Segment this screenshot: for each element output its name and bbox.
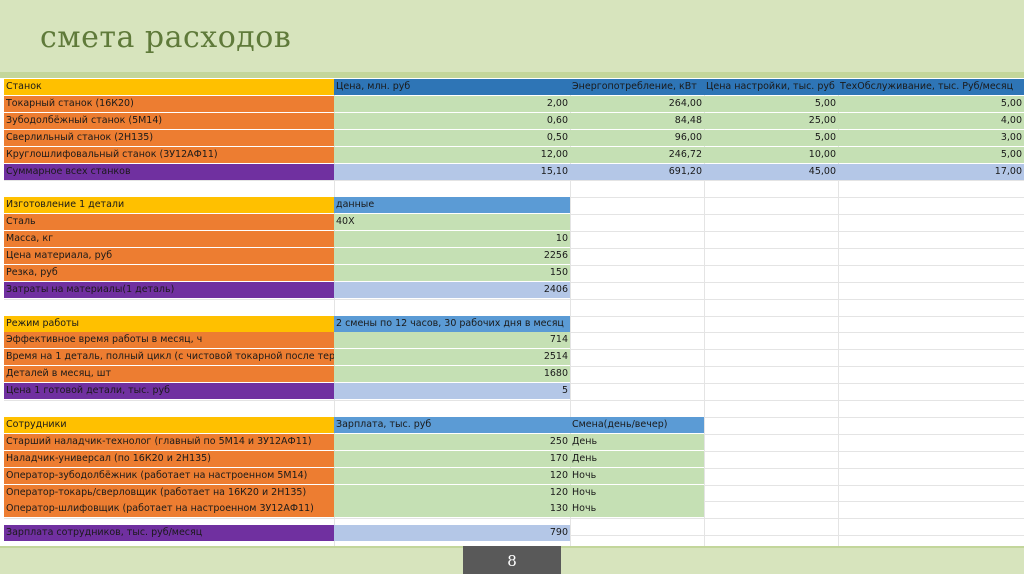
header-cell[interactable]: ТехОбслуживание, тыс. Руб/месяц xyxy=(838,79,1024,95)
row-label-cell[interactable]: Токарный станок (16К20) xyxy=(4,96,334,112)
value-cell[interactable]: 1680 xyxy=(334,366,570,382)
value-cell[interactable]: Ночь xyxy=(570,485,704,501)
row-label-cell[interactable]: Сталь xyxy=(4,214,334,230)
grid-line xyxy=(4,400,1024,401)
value-cell[interactable]: 3,00 xyxy=(838,130,1024,146)
grid-line xyxy=(4,299,1024,300)
value-cell[interactable]: 10,00 xyxy=(704,147,838,163)
grid-line xyxy=(4,180,1024,181)
row-label-cell[interactable]: Цена материала, руб xyxy=(4,248,334,264)
row-label-cell[interactable]: Масса, кг xyxy=(4,231,334,247)
value-cell[interactable]: 5,00 xyxy=(838,147,1024,163)
value-cell[interactable]: 10 xyxy=(334,231,570,247)
total-value-cell[interactable]: 45,00 xyxy=(704,164,838,180)
value-cell[interactable]: 2256 xyxy=(334,248,570,264)
total-label-cell[interactable]: Зарплата сотрудников, тыс. руб/месяц xyxy=(4,525,334,541)
total-label-cell[interactable]: Суммарное всех станков xyxy=(4,164,334,180)
row-label-cell[interactable]: Резка, руб xyxy=(4,265,334,281)
value-cell[interactable]: Ночь xyxy=(570,468,704,484)
total-label-cell[interactable]: Цена 1 готовой детали, тыс. руб xyxy=(4,383,334,399)
value-cell[interactable]: 5,00 xyxy=(704,96,838,112)
header-cell[interactable]: Смена(день/вечер) xyxy=(570,417,704,433)
value-cell[interactable]: 96,00 xyxy=(570,130,704,146)
value-cell[interactable]: 120 xyxy=(334,468,570,484)
value-cell[interactable]: 714 xyxy=(334,332,570,348)
header-cell[interactable]: Станок xyxy=(4,79,334,95)
header-cell[interactable]: Энергопотребление, кВт xyxy=(570,79,704,95)
value-cell[interactable]: 120 xyxy=(334,485,570,501)
header-cell[interactable]: Цена настройки, тыс. руб xyxy=(704,79,838,95)
value-cell[interactable]: 2514 xyxy=(334,349,570,365)
row-label-cell[interactable]: Деталей в месяц, шт xyxy=(4,366,334,382)
row-label-cell[interactable]: Старший наладчик-технолог (главный по 5М… xyxy=(4,434,334,450)
header-cell[interactable]: Сотрудники xyxy=(4,417,334,433)
value-cell[interactable]: 170 xyxy=(334,451,570,467)
value-cell[interactable]: День xyxy=(570,434,704,450)
value-cell[interactable]: 250 xyxy=(334,434,570,450)
slide-header: смета расходов xyxy=(0,0,1024,73)
total-value-cell[interactable]: 790 xyxy=(334,525,570,541)
header-cell[interactable]: Зарплата, тыс. руб xyxy=(334,417,570,433)
header-cell[interactable]: Цена, млн. руб xyxy=(334,79,570,95)
value-cell[interactable]: 4,00 xyxy=(838,113,1024,129)
value-cell[interactable]: 12,00 xyxy=(334,147,570,163)
total-value-cell[interactable]: 2406 xyxy=(334,282,570,298)
row-label-cell[interactable]: Наладчик-универсал (по 16К20 и 2Н135) xyxy=(4,451,334,467)
row-label-cell[interactable]: Круглошлифовальный станок (3У12АФ11) xyxy=(4,147,334,163)
header-cell[interactable]: Режим работы xyxy=(4,316,334,332)
row-label-cell[interactable]: Оператор-зубодолбёжник (работает на наст… xyxy=(4,468,334,484)
total-value-cell[interactable]: 5 xyxy=(334,383,570,399)
header-divider xyxy=(0,72,1024,78)
page-number: 8 xyxy=(463,546,561,574)
value-cell[interactable]: 130 xyxy=(334,501,570,517)
value-cell[interactable]: 0,60 xyxy=(334,113,570,129)
spreadsheet: Станок Цена, млн. руб Энергопотребление, к… xyxy=(4,79,1024,546)
value-cell[interactable]: 40Х xyxy=(334,214,570,230)
value-cell[interactable]: 0,50 xyxy=(334,130,570,146)
total-value-cell[interactable]: 691,20 xyxy=(570,164,704,180)
value-cell[interactable]: 264,00 xyxy=(570,96,704,112)
value-cell[interactable]: День xyxy=(570,451,704,467)
row-label-cell[interactable]: Оператор-шлифовщик (работает на настроен… xyxy=(4,501,334,517)
value-cell[interactable]: 5,00 xyxy=(838,96,1024,112)
row-label-cell[interactable]: Время на 1 деталь, полный цикл (с чистов… xyxy=(4,349,334,365)
value-cell[interactable]: 150 xyxy=(334,265,570,281)
header-cell[interactable]: 2 смены по 12 часов, 30 рабочих дня в ме… xyxy=(334,316,570,332)
value-cell[interactable]: 2,00 xyxy=(334,96,570,112)
header-cell[interactable]: Изготовление 1 детали xyxy=(4,197,334,213)
value-cell[interactable]: 25,00 xyxy=(704,113,838,129)
total-value-cell[interactable]: 15,10 xyxy=(334,164,570,180)
slide-title: смета расходов xyxy=(40,20,292,55)
row-label-cell[interactable]: Оператор-токарь/сверловщик (работает на … xyxy=(4,485,334,501)
value-cell[interactable]: 5,00 xyxy=(704,130,838,146)
value-cell[interactable]: Ночь xyxy=(570,501,704,517)
total-value-cell[interactable]: 17,00 xyxy=(838,164,1024,180)
total-label-cell[interactable]: Затраты на материалы(1 деталь) xyxy=(4,282,334,298)
row-label-cell[interactable]: Зубодолбёжный станок (5М14) xyxy=(4,113,334,129)
value-cell[interactable]: 246,72 xyxy=(570,147,704,163)
row-label-cell[interactable]: Сверлильный станок (2Н135) xyxy=(4,130,334,146)
row-label-cell[interactable]: Эффективное время работы в месяц, ч xyxy=(4,332,334,348)
value-cell[interactable]: 84,48 xyxy=(570,113,704,129)
grid-line xyxy=(4,518,1024,519)
header-cell[interactable]: данные xyxy=(334,197,570,213)
